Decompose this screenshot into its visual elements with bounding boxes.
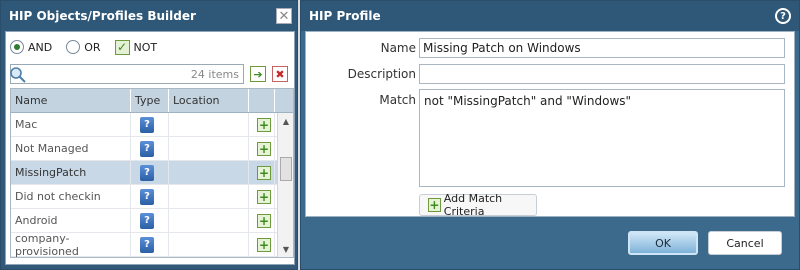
not-label: NOT <box>133 40 158 54</box>
name-field[interactable]: Missing Patch on Windows <box>419 38 785 58</box>
add-cell: + <box>249 232 275 257</box>
or-option[interactable]: OR <box>66 40 101 54</box>
search-row: 24 items ➔ ✖ <box>10 64 294 84</box>
add-cell: + <box>249 136 275 161</box>
hip-object-icon: ? <box>140 164 154 181</box>
table-row[interactable]: MissingPatch ? + <box>11 160 293 185</box>
scroll-down-icon[interactable]: ▼ <box>281 245 291 255</box>
add-cell: + <box>249 160 275 185</box>
table-row[interactable]: Did not checkin ? + <box>11 184 293 209</box>
row-name: Android <box>11 208 131 233</box>
table-row[interactable]: company-provisioned ? + <box>11 232 293 257</box>
cancel-button[interactable]: Cancel <box>708 231 782 255</box>
scroll-thumb[interactable] <box>280 157 292 181</box>
type-cell: ? <box>131 232 169 257</box>
table-row[interactable]: Not Managed ? + <box>11 136 293 161</box>
add-plus-icon[interactable]: + <box>257 237 271 252</box>
add-plus-icon[interactable]: + <box>257 141 271 156</box>
table-scrollbar[interactable]: ▲ ▼ <box>277 113 293 257</box>
builder-body: AND OR ✓ NOT 24 items ➔ ✖ Name Type Loca… <box>5 31 295 265</box>
type-cell: ? <box>131 136 169 161</box>
ok-button[interactable]: OK <box>628 231 698 255</box>
type-cell: ? <box>131 184 169 209</box>
add-match-criteria-button[interactable]: + Add Match Criteria <box>419 192 537 218</box>
profile-title: HIP Profile <box>301 1 799 31</box>
column-location[interactable]: Location <box>169 89 249 112</box>
clear-x-icon[interactable]: ✖ <box>272 66 288 82</box>
add-plus-icon[interactable]: + <box>257 117 271 132</box>
add-plus-icon: + <box>428 198 441 212</box>
hip-object-icon: ? <box>140 188 154 205</box>
table-row[interactable]: Mac ? + <box>11 112 293 137</box>
add-match-label: Add Match Criteria <box>443 192 503 218</box>
location-cell <box>169 160 249 185</box>
close-icon[interactable]: ✕ <box>276 8 292 24</box>
row-name: Not Managed <box>11 136 131 161</box>
location-cell <box>169 136 249 161</box>
search-icon <box>10 67 26 83</box>
description-label: Description <box>347 67 416 81</box>
or-radio[interactable] <box>66 40 81 54</box>
not-checkbox[interactable]: ✓ <box>114 39 130 55</box>
hip-object-icon: ? <box>140 212 154 229</box>
table-header: Name Type Location <box>11 89 293 113</box>
builder-title: HIP Objects/Profiles Builder <box>1 1 297 31</box>
hip-object-icon: ? <box>140 140 154 157</box>
row-name: MissingPatch <box>11 160 131 185</box>
item-count: 24 items <box>190 68 239 81</box>
add-cell: + <box>249 112 275 137</box>
not-option[interactable]: ✓ NOT <box>114 39 158 55</box>
add-plus-icon[interactable]: + <box>257 165 271 180</box>
description-field[interactable] <box>419 64 785 84</box>
location-cell <box>169 232 249 257</box>
hip-builder-dialog: HIP Objects/Profiles Builder ✕ AND OR ✓ … <box>0 0 298 270</box>
location-cell <box>169 184 249 209</box>
or-label: OR <box>84 40 101 54</box>
match-textarea[interactable]: not "MissingPatch" and "Windows" <box>419 89 785 187</box>
scroll-up-icon[interactable]: ▲ <box>281 117 291 127</box>
row-name: Did not checkin <box>11 184 131 209</box>
and-radio[interactable] <box>10 40 24 54</box>
location-cell <box>169 112 249 137</box>
arrow-go-icon[interactable]: ➔ <box>250 66 266 82</box>
add-cell: + <box>249 208 275 233</box>
profile-body: Name Missing Patch on Windows Descriptio… <box>305 31 795 218</box>
location-cell <box>169 208 249 233</box>
name-label: Name <box>380 41 416 55</box>
help-icon[interactable]: ? <box>775 8 791 24</box>
hip-object-icon: ? <box>140 236 154 253</box>
and-option[interactable]: AND <box>10 40 52 54</box>
type-cell: ? <box>131 160 169 185</box>
column-type[interactable]: Type <box>131 89 169 112</box>
add-plus-icon[interactable]: + <box>257 213 271 228</box>
type-cell: ? <box>131 112 169 137</box>
type-cell: ? <box>131 208 169 233</box>
search-input[interactable]: 24 items <box>10 64 244 84</box>
hip-profile-dialog: HIP Profile ? Name Missing Patch on Wind… <box>300 0 800 270</box>
hip-object-icon: ? <box>140 116 154 133</box>
row-name: Mac <box>11 112 131 137</box>
row-name: company-provisioned <box>11 232 131 257</box>
match-label: Match <box>379 93 416 107</box>
add-cell: + <box>249 184 275 209</box>
table-row[interactable]: Android ? + <box>11 208 293 233</box>
operator-row: AND OR ✓ NOT <box>10 36 165 58</box>
objects-table: Name Type Location Mac ? + Not Managed ?… <box>10 88 294 258</box>
and-label: AND <box>28 40 53 54</box>
column-add <box>249 89 275 112</box>
column-name[interactable]: Name <box>11 89 131 112</box>
add-plus-icon[interactable]: + <box>257 189 271 204</box>
